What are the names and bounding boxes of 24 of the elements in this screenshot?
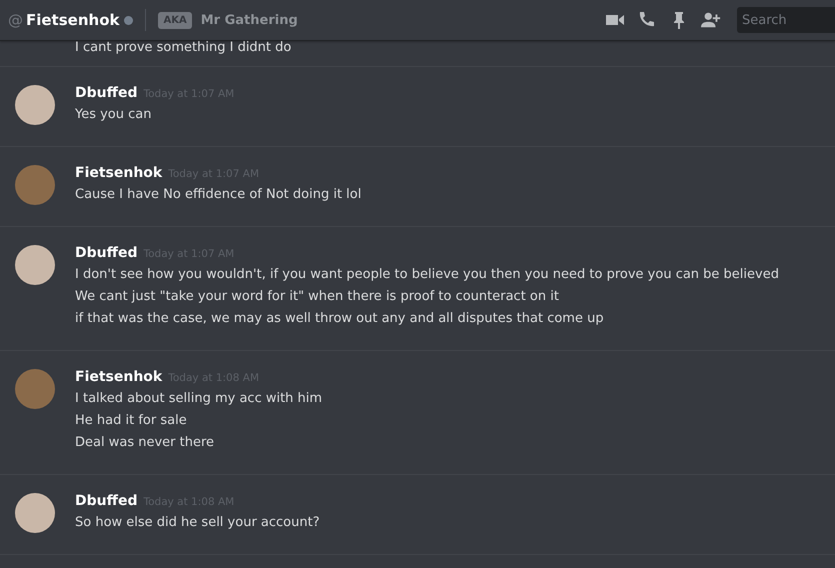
avatar[interactable]	[15, 85, 55, 125]
nickname: Mr Gathering	[200, 12, 298, 28]
author-name[interactable]: Dbuffed	[75, 493, 138, 509]
message-text: We cant just "take your word for it" when there is proof to counteract on it	[75, 288, 560, 306]
avatar[interactable]	[15, 493, 55, 533]
message-text: I cant prove something I didnt do	[0, 41, 835, 67]
add-friend-icon[interactable]	[701, 10, 721, 30]
author-name[interactable]: Dbuffed	[75, 245, 138, 261]
message-text: I don't see how you wouldn't, if you want people to believe you then you need to prove you can be believed	[75, 266, 779, 284]
author-name[interactable]: Dbuffed	[75, 85, 138, 101]
avatar[interactable]	[15, 245, 55, 285]
author-name[interactable]: Fietsenhok	[75, 369, 162, 385]
at-sign: @	[8, 11, 23, 29]
message-text: Deal was never there	[75, 434, 216, 452]
message-text: if that was the case, we may as well throw out any and all disputes that come up	[75, 310, 605, 328]
aka-badge: AKA	[158, 12, 192, 28]
search-field[interactable]: Search	[737, 7, 835, 33]
message-text: So how else did he sell your account?	[75, 514, 320, 532]
message-text: Cause I have No effidence of Not doing it lol	[75, 186, 362, 204]
author-name[interactable]: Fietsenhok	[75, 165, 162, 181]
channel-username: Fietsenhok	[26, 11, 120, 29]
message-text: He had it for sale	[75, 412, 188, 430]
message-text: Yes you can	[75, 106, 152, 124]
message-text: I talked about selling my acc with him	[75, 390, 322, 408]
